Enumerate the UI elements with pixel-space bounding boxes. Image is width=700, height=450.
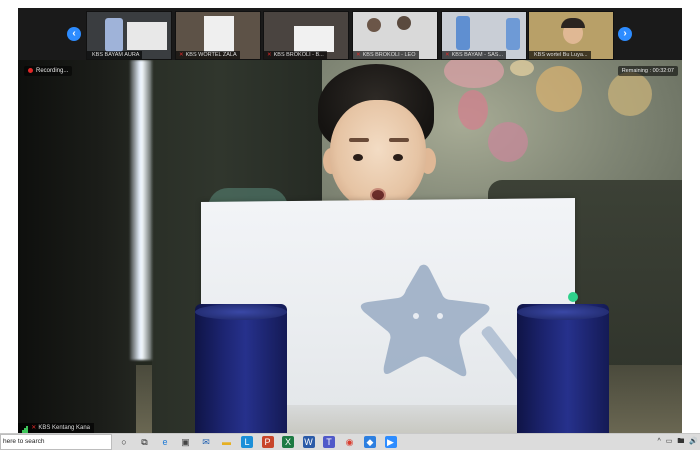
wall-decoration (536, 66, 582, 112)
mic-off-icon: ✕ (267, 52, 272, 58)
wall-decoration (510, 60, 534, 76)
excel-icon[interactable]: X (282, 436, 294, 448)
mail-icon[interactable]: ✉ (200, 436, 212, 448)
participant-name: KBS wortel Bu Luya... (529, 51, 591, 59)
participant-name: ✕ KBS WORTEL ZALA (176, 51, 240, 59)
powerpoint-icon[interactable]: P (261, 436, 274, 448)
record-dot-icon (28, 67, 33, 73)
zoom-icon[interactable]: ▶ (384, 436, 397, 448)
window-frame: ‹ KBS BAYAM AURA ✕ KBS WORTEL ZALA ✕ KBS B… (0, 0, 700, 433)
cup-rim (195, 304, 287, 320)
participant-strip: ‹ KBS BAYAM AURA ✕ KBS WORTEL ZALA ✕ KBS B… (18, 8, 682, 60)
participant-thumbnail[interactable]: ✕ KBS BROKOLI - LEO (352, 11, 438, 60)
cortana-icon[interactable]: ○ (118, 436, 130, 448)
paper-shape (204, 16, 234, 52)
window-light (130, 60, 152, 360)
cup-rim (517, 304, 609, 320)
child-eye (393, 154, 403, 161)
system-tray: ^ ▭ 🖿 🔊 (655, 436, 699, 448)
green-object (568, 292, 578, 302)
mic-off-icon: ✕ (179, 52, 184, 58)
taskbar-search-box[interactable]: here to search (0, 434, 112, 450)
face-shape (367, 18, 381, 32)
paper-shape (294, 26, 334, 52)
participant-thumbnail[interactable]: ✕ KBS WORTEL ZALA (175, 11, 261, 60)
child-brow (349, 138, 369, 142)
bottle-shape (506, 18, 520, 50)
participant-name: ✕ KBS BROKOLI - LEO (353, 51, 419, 59)
participant-name: ✕ KBS BROKOLI - B... (264, 51, 327, 59)
next-page-button[interactable]: › (618, 27, 632, 41)
blue-cup-right (517, 304, 609, 433)
tray-volume-icon[interactable]: 🔊 (689, 438, 698, 445)
teams-icon[interactable]: T (323, 436, 335, 448)
wall-decoration (458, 90, 488, 130)
mic-off-icon: ✕ (356, 52, 361, 58)
wall-decoration (488, 122, 528, 162)
participant-name: ✕ KBS BAYAM - SAS... (442, 51, 507, 59)
edge-icon[interactable]: e (159, 436, 171, 448)
hair-shape (561, 18, 585, 28)
windows-taskbar: here to search ○ ⧉ e ▣ ✉ ▬ L P X W T ◉ ◆ ▶ ^ ▭ 🖿 🔊 (0, 433, 700, 450)
mic-off-icon: ✕ (445, 52, 450, 58)
participant-thumbnail[interactable]: KBS wortel Bu Luya... (528, 11, 614, 60)
face-shape (397, 16, 411, 30)
tray-network-icon[interactable]: 🖿 (677, 438, 684, 445)
participant-thumbnail[interactable]: ✕ KBS BAYAM - SAS... (441, 11, 527, 60)
participant-thumbnail[interactable]: KBS BAYAM AURA (86, 11, 172, 60)
tray-battery-icon[interactable]: ▭ (666, 438, 673, 445)
child-brow (389, 138, 409, 142)
meeting-window: ‹ KBS BAYAM AURA ✕ KBS WORTEL ZALA ✕ KBS B… (18, 8, 682, 433)
file-explorer-icon[interactable]: ▬ (221, 436, 233, 448)
word-icon[interactable]: W (302, 436, 315, 448)
bottle-shape (456, 16, 470, 50)
paper-shape (127, 22, 167, 50)
signal-bars-icon (22, 423, 28, 433)
bottle-shape (105, 18, 123, 52)
prev-page-button[interactable]: ‹ (67, 27, 81, 41)
active-speaker-video[interactable]: ✕ KBS Kentang Kana (18, 60, 682, 433)
wall-decoration (608, 72, 652, 116)
mic-off-icon: ✕ (31, 425, 37, 431)
child-eye (353, 154, 363, 161)
store-icon[interactable]: ▣ (180, 436, 192, 448)
chrome-icon[interactable]: ◉ (344, 436, 356, 448)
participant-name: KBS BAYAM AURA (87, 51, 143, 59)
participant-thumbnail[interactable]: ✕ KBS BROKOLI - B... (263, 11, 349, 60)
task-view-icon[interactable]: ⧉ (139, 436, 151, 448)
tray-chevron-icon[interactable]: ^ (658, 438, 661, 445)
curtain-dark (18, 60, 136, 433)
star-shadow (360, 264, 490, 377)
speaker-name-tag: ✕ KBS Kentang Kana (18, 423, 95, 433)
recording-indicator[interactable]: Recording... (24, 66, 73, 76)
blue-cup-left (195, 304, 287, 433)
dropbox-icon[interactable]: ◆ (364, 436, 376, 448)
app-l-icon[interactable]: L (241, 436, 253, 448)
remaining-time-badge: Remaining : 00:32:07 (617, 66, 678, 76)
